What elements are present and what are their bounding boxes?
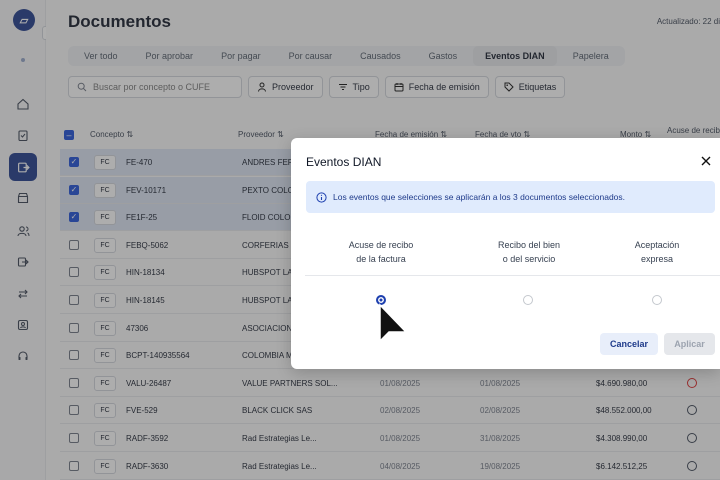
modal-divider	[305, 275, 720, 276]
mouse-cursor-icon	[379, 303, 408, 343]
eventos-dian-modal: Eventos DIAN Los eventos que selecciones…	[291, 138, 720, 369]
option-acuse-label: Acuse de recibo de la factura	[348, 240, 414, 264]
cancel-button[interactable]: Cancelar	[600, 333, 658, 355]
apply-button[interactable]: Aplicar	[664, 333, 715, 355]
option-aceptacion-label: Aceptación expresa	[634, 240, 680, 264]
info-banner: Los eventos que selecciones se aplicarán…	[306, 181, 715, 213]
modal-title: Eventos DIAN	[306, 155, 382, 169]
info-icon	[316, 191, 327, 203]
info-text: Los eventos que selecciones se aplicarán…	[333, 192, 626, 202]
radio-recibo[interactable]	[523, 295, 533, 305]
option-recibo-label: Recibo del bien o del servicio	[497, 240, 561, 264]
close-icon[interactable]	[699, 154, 713, 168]
radio-aceptacion[interactable]	[652, 295, 662, 305]
